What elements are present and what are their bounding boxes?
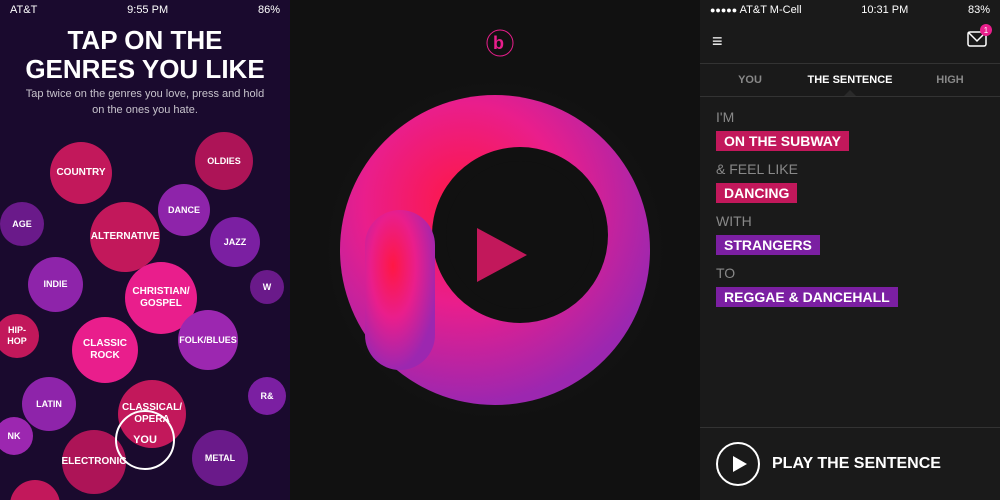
sentence-line-8: REGGAE & DANCEHALL bbox=[716, 287, 984, 311]
genre-bubble[interactable]: POP bbox=[10, 480, 60, 500]
genre-bubble[interactable]: W bbox=[250, 270, 284, 304]
genre-bubble[interactable]: R& bbox=[248, 377, 286, 415]
play-sentence-label: PLAY THE SENTENCE bbox=[772, 455, 941, 473]
beats-logo bbox=[325, 80, 665, 420]
sentence-line-2: ON THE SUBWAY bbox=[716, 131, 984, 155]
sentence-plain-5: WITH bbox=[716, 213, 984, 229]
sentence-plain-1: I'M bbox=[716, 109, 984, 125]
play-sentence-button[interactable] bbox=[716, 442, 760, 486]
sentence-panel: ●●●●● AT&T M-Cell 10:31 PM 83% ≡ b 1 YOU… bbox=[700, 0, 1000, 500]
sentence-line-3: & FEEL LIKE bbox=[716, 161, 984, 177]
notification-icon[interactable]: 1 bbox=[966, 28, 988, 55]
sentence-line-6: STRANGERS bbox=[716, 235, 984, 259]
tab-you[interactable]: YOU bbox=[700, 64, 800, 96]
tab-sentence[interactable]: THE SENTENCE bbox=[800, 64, 900, 96]
genre-bubble[interactable]: JAZZ bbox=[210, 217, 260, 267]
genre-title: TAP ON THE GENRES YOU LIKE bbox=[20, 26, 270, 83]
genre-bubble[interactable]: NK bbox=[0, 417, 33, 455]
status-bar-right: ●●●●● AT&T M-Cell 10:31 PM 83% bbox=[700, 0, 1000, 20]
carrier-left: AT&T bbox=[10, 4, 37, 16]
genre-bubble[interactable]: DANCE bbox=[158, 184, 210, 236]
battery-left: 86% bbox=[258, 4, 280, 16]
time-left: 9:55 PM bbox=[127, 4, 168, 16]
genre-bubble[interactable]: AGE bbox=[0, 202, 44, 246]
sentence-highlight-2: ON THE SUBWAY bbox=[716, 131, 849, 151]
navigation-bar: ≡ b 1 bbox=[700, 20, 1000, 64]
genre-panel: AT&T 9:55 PM 86% TAP ON THE GENRES YOU L… bbox=[0, 0, 290, 500]
battery-right: 83% bbox=[968, 4, 990, 16]
sentence-content: I'M ON THE SUBWAY & FEEL LIKE DANCING WI… bbox=[700, 97, 1000, 427]
genre-bubble[interactable]: ALTERNATIVE bbox=[90, 202, 160, 272]
genre-header: TAP ON THE GENRES YOU LIKE Tap twice on … bbox=[0, 20, 290, 122]
genre-bubble[interactable]: COUNTRY bbox=[50, 142, 112, 204]
play-sentence-bar: PLAY THE SENTENCE bbox=[700, 427, 1000, 500]
svg-text:b: b bbox=[493, 33, 504, 53]
time-right: 10:31 PM bbox=[861, 4, 908, 16]
genre-bubble[interactable]: LATIN bbox=[22, 377, 76, 431]
genre-subtitle: Tap twice on the genres you love, press … bbox=[20, 87, 270, 118]
sentence-line-1: I'M bbox=[716, 109, 984, 125]
tab-high[interactable]: HIGH bbox=[900, 64, 1000, 96]
status-bar-left: AT&T 9:55 PM 86% bbox=[0, 0, 290, 20]
sentence-highlight-6: STRANGERS bbox=[716, 235, 820, 255]
genre-bubble[interactable]: METAL bbox=[192, 430, 248, 486]
sentence-plain-7: TO bbox=[716, 265, 984, 281]
sentence-line-5: WITH bbox=[716, 213, 984, 229]
genre-bubble[interactable]: FOLK/BLUES bbox=[178, 310, 238, 370]
sentence-line-4: DANCING bbox=[716, 183, 984, 207]
carrier-right: ●●●●● AT&T M-Cell bbox=[710, 4, 802, 16]
beats-nav-icon: b bbox=[486, 29, 514, 63]
sentence-highlight-4: DANCING bbox=[716, 183, 797, 203]
sentence-line-7: TO bbox=[716, 265, 984, 281]
notification-badge: 1 bbox=[980, 24, 992, 36]
genre-bubble[interactable]: OLDIES bbox=[195, 132, 253, 190]
bubbles-container: COUNTRY OLDIESDANCE AGE ALTERNATIVE JAZZ INDI… bbox=[0, 122, 290, 432]
beats-logo-panel bbox=[290, 0, 700, 500]
sentence-highlight-8: REGGAE & DANCEHALL bbox=[716, 287, 898, 307]
genre-bubble[interactable]: INDIE bbox=[28, 257, 83, 312]
menu-icon[interactable]: ≡ bbox=[712, 31, 723, 52]
genre-bubble[interactable]: CLASSIC ROCK bbox=[72, 317, 138, 383]
play-triangle-icon bbox=[733, 456, 747, 472]
sentence-plain-3: & FEEL LIKE bbox=[716, 161, 984, 177]
tabs-row: YOU THE SENTENCE HIGH bbox=[700, 64, 1000, 97]
genre-bubble[interactable]: HIP- HOP bbox=[0, 314, 39, 358]
you-button[interactable]: YOU bbox=[115, 410, 175, 470]
